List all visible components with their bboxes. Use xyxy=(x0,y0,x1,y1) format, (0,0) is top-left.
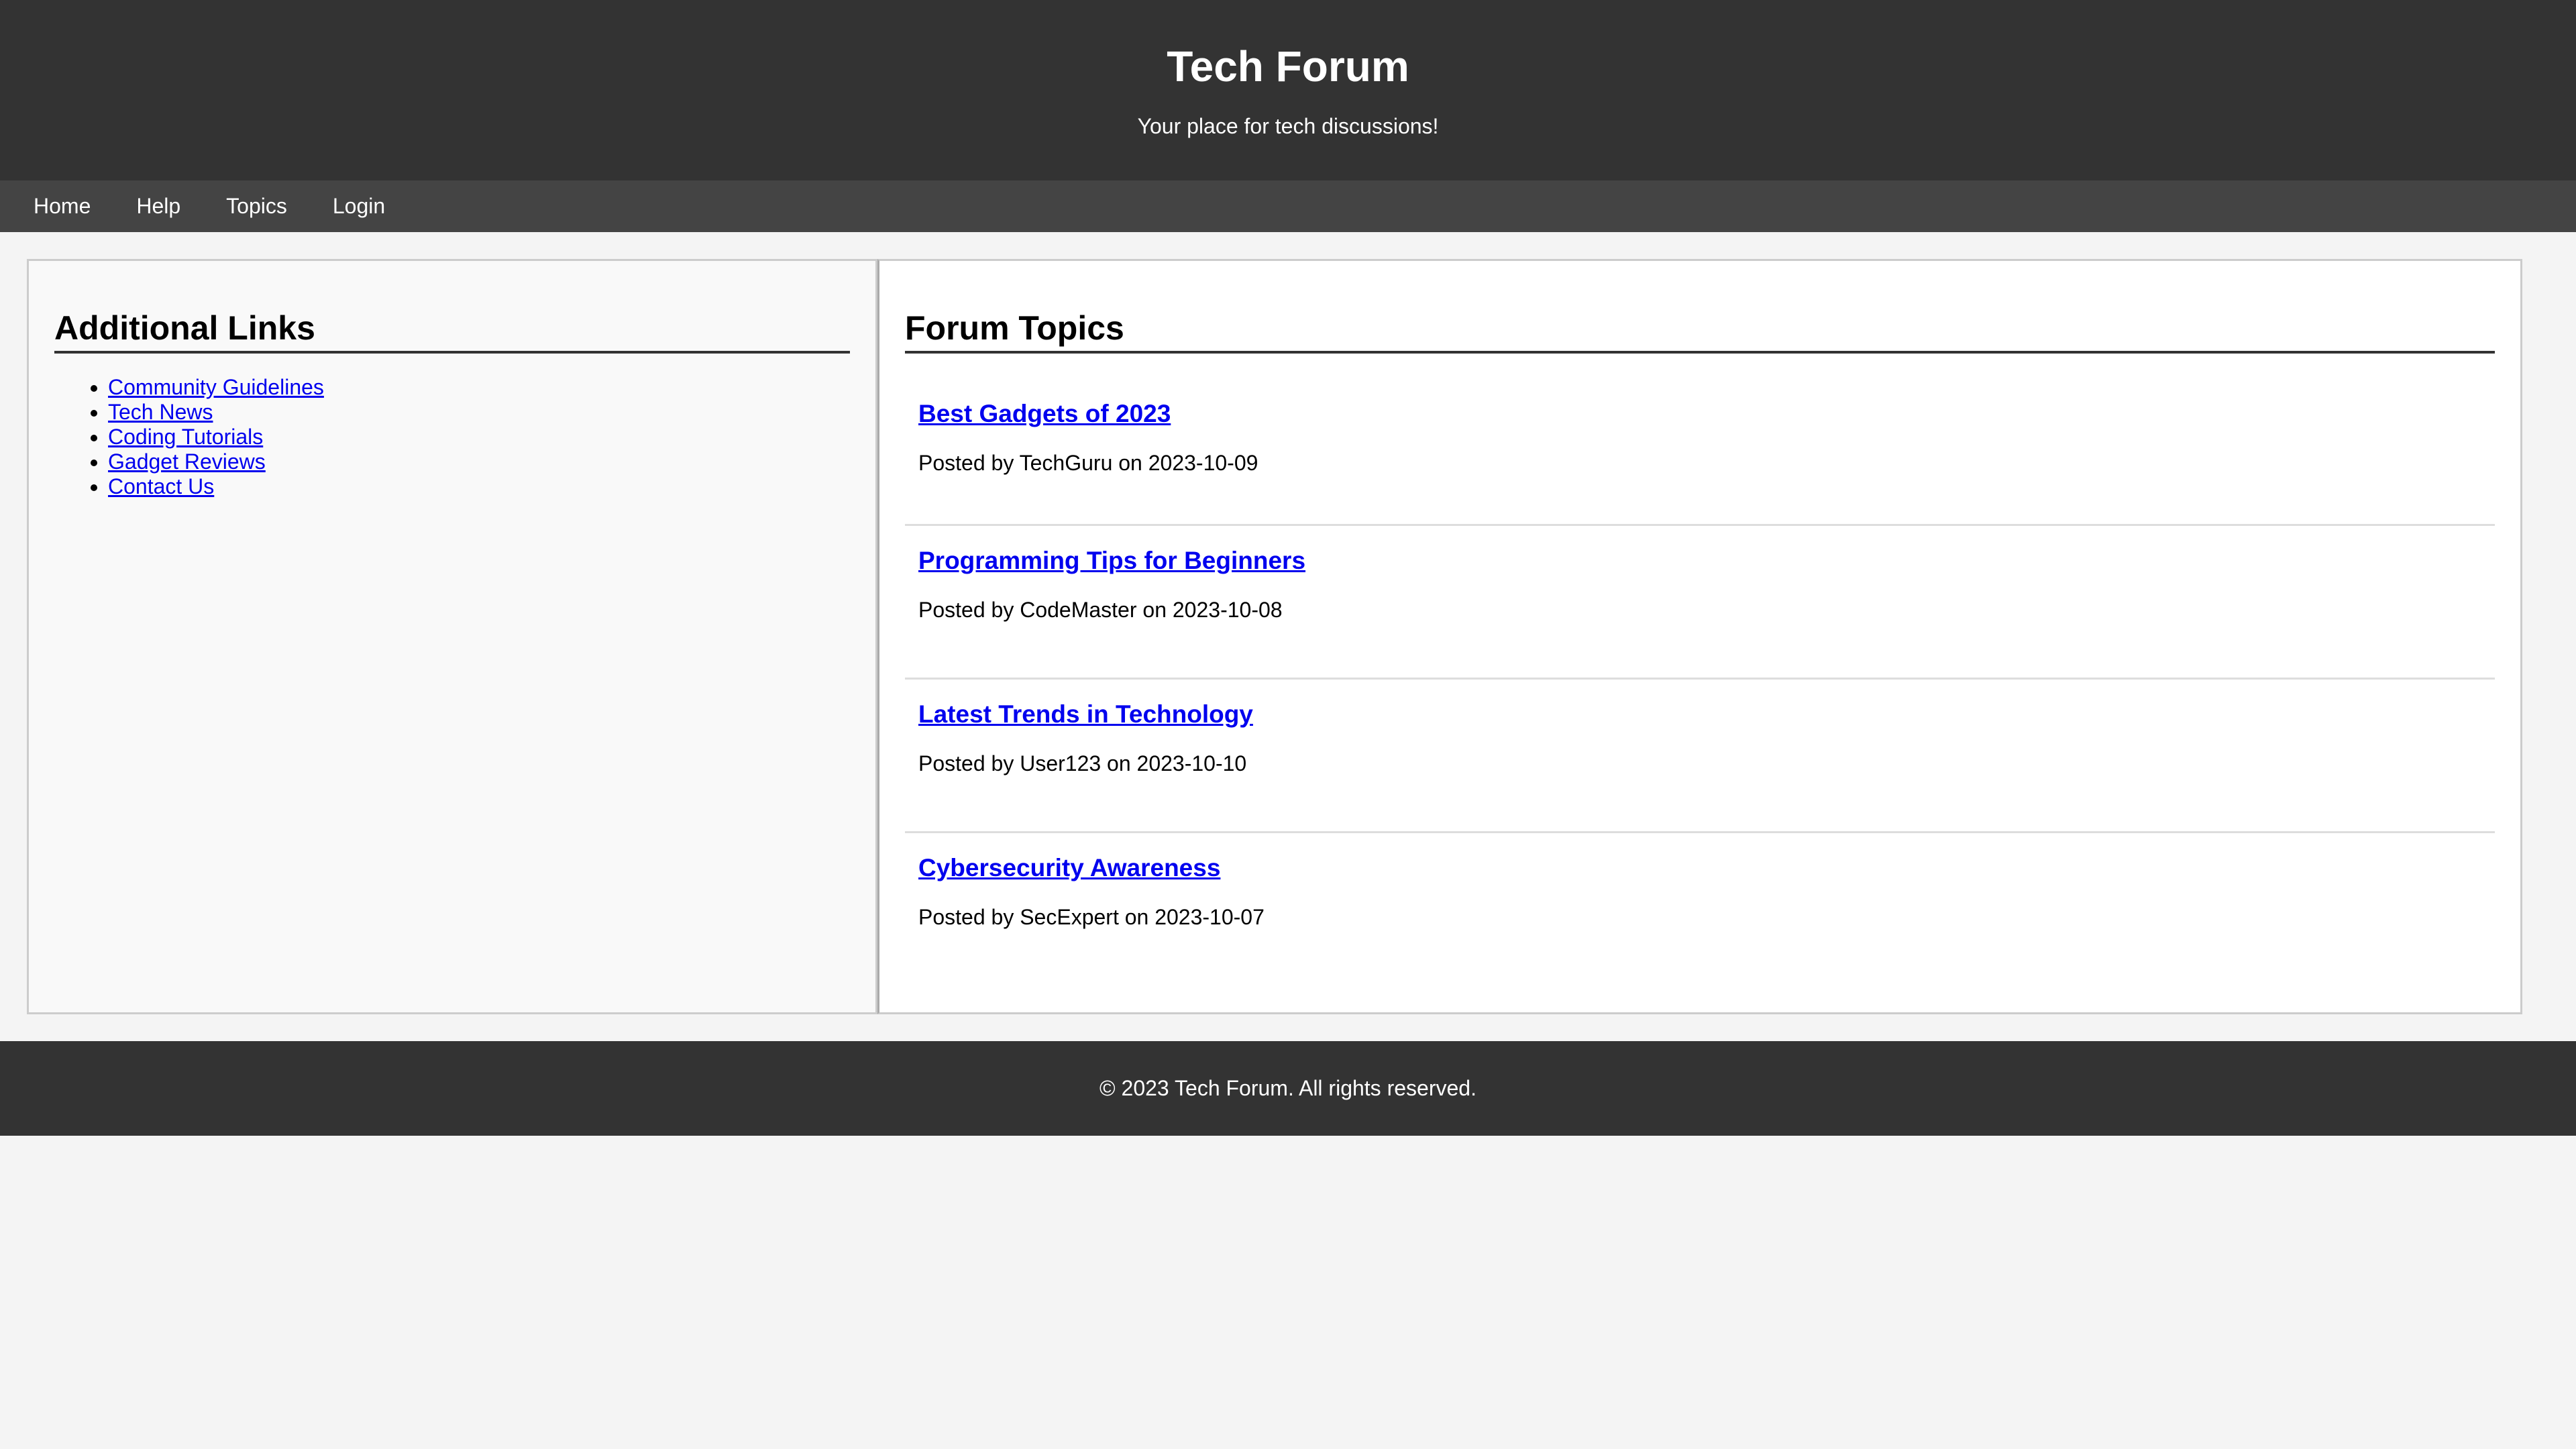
topic-link-best-gadgets[interactable]: Best Gadgets of 2023 xyxy=(918,400,1171,427)
forum-topics-heading: Forum Topics xyxy=(905,309,2495,354)
site-tagline: Your place for tech discussions! xyxy=(1137,114,1439,138)
topic-item: Programming Tips for Beginners Posted by… xyxy=(905,526,2495,680)
topic-title: Programming Tips for Beginners xyxy=(918,546,2481,576)
link-community-guidelines[interactable]: Community Guidelines xyxy=(108,375,324,399)
link-contact-us[interactable]: Contact Us xyxy=(108,474,214,498)
nav-item-home[interactable]: Home xyxy=(11,180,113,232)
additional-links-list: Community Guidelines Tech News Coding Tu… xyxy=(54,375,850,499)
topic-title: Cybersecurity Awareness xyxy=(918,853,2481,883)
site-header: Tech Forum Your place for tech discussio… xyxy=(0,0,2576,180)
list-item: Gadget Reviews xyxy=(108,449,850,474)
topic-item: Best Gadgets of 2023 Posted by TechGuru … xyxy=(905,379,2495,526)
list-item: Community Guidelines xyxy=(108,375,850,400)
link-coding-tutorials[interactable]: Coding Tutorials xyxy=(108,425,263,449)
content-container: Additional Links Community Guidelines Te… xyxy=(27,259,2522,1014)
topic-link-latest-trends[interactable]: Latest Trends in Technology xyxy=(918,700,1253,728)
topic-link-cybersecurity[interactable]: Cybersecurity Awareness xyxy=(918,854,1220,881)
footer-copyright: © 2023 Tech Forum. All rights reserved. xyxy=(1099,1076,1477,1100)
topic-meta: Posted by TechGuru on 2023-10-09 xyxy=(918,451,1258,475)
site-footer: © 2023 Tech Forum. All rights reserved. xyxy=(0,1041,2576,1136)
forum-topics-panel: Forum Topics Best Gadgets of 2023 Posted… xyxy=(877,259,2522,1014)
nav-item-login[interactable]: Login xyxy=(310,180,408,232)
link-tech-news[interactable]: Tech News xyxy=(108,400,213,424)
list-item: Contact Us xyxy=(108,474,850,499)
site-title: Tech Forum xyxy=(1167,42,1409,91)
topic-item: Latest Trends in Technology Posted by Us… xyxy=(905,680,2495,833)
link-gadget-reviews[interactable]: Gadget Reviews xyxy=(108,449,266,474)
sidebar-heading: Additional Links xyxy=(54,309,850,354)
main-nav: Home Help Topics Login xyxy=(0,180,2576,232)
list-item: Coding Tutorials xyxy=(108,425,850,449)
topic-title: Latest Trends in Technology xyxy=(918,700,2481,729)
topic-meta: Posted by CodeMaster on 2023-10-08 xyxy=(918,598,1283,622)
topic-meta: Posted by SecExpert on 2023-10-07 xyxy=(918,905,1265,929)
topic-title: Best Gadgets of 2023 xyxy=(918,399,2481,429)
nav-item-topics[interactable]: Topics xyxy=(203,180,310,232)
topic-link-programming-tips[interactable]: Programming Tips for Beginners xyxy=(918,547,1305,574)
topic-meta: Posted by User123 on 2023-10-10 xyxy=(918,751,1247,775)
list-item: Tech News xyxy=(108,400,850,425)
sidebar: Additional Links Community Guidelines Te… xyxy=(27,259,877,1014)
topic-item: Cybersecurity Awareness Posted by SecExp… xyxy=(905,833,2495,987)
nav-item-help[interactable]: Help xyxy=(113,180,203,232)
